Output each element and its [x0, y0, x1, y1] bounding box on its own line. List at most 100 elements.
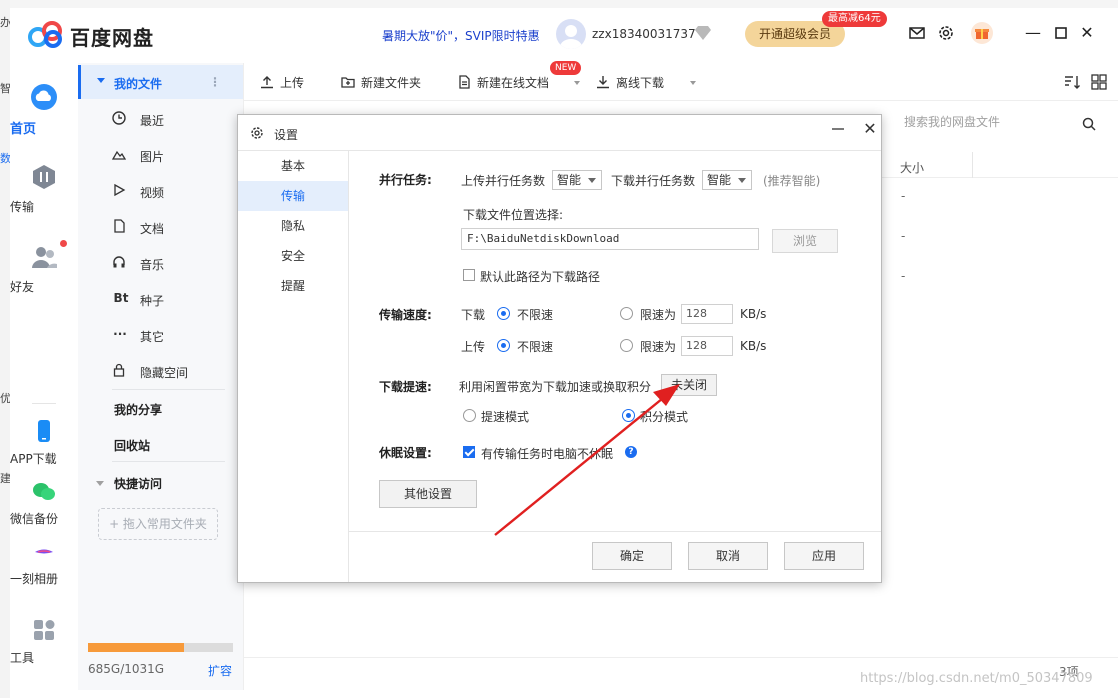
download-parallel-select[interactable]: 智能 [702, 170, 752, 190]
download-boost-label: 下载提速: [379, 380, 432, 394]
upload-limit-unit: KB/s [740, 339, 767, 353]
dialog-close-button[interactable]: ✕ [860, 119, 880, 139]
tree-item-others[interactable]: ··· 其它 [112, 317, 243, 353]
file-size-cell: - [901, 189, 906, 203]
ok-button[interactable]: 确定 [592, 542, 672, 570]
tree-item-videos[interactable]: 视频 [112, 173, 243, 209]
upload-parallel-select[interactable]: 智能 [552, 170, 602, 190]
help-icon[interactable]: ? [625, 446, 637, 458]
expand-storage-link[interactable]: 扩容 [208, 662, 232, 679]
lock-icon [113, 363, 125, 377]
more-vertical-icon[interactable]: ⋮ [209, 75, 221, 89]
offline-dropdown-icon[interactable] [690, 81, 696, 85]
tree-item-torrents[interactable]: Bt 种子 [112, 281, 243, 317]
cancel-button[interactable]: 取消 [688, 542, 768, 570]
download-limit-radio[interactable] [620, 307, 633, 320]
settings-tab-security[interactable]: 安全 [238, 241, 348, 271]
column-divider [972, 152, 973, 178]
file-size-cell: - [901, 229, 906, 243]
apply-button[interactable]: 应用 [784, 542, 864, 570]
mail-icon[interactable] [907, 23, 927, 43]
promo-link[interactable]: 暑期大放"价"，SVIP限时特惠 [382, 27, 540, 44]
watermark: https://blog.csdn.net/m0_50347809 [860, 671, 1093, 686]
prevent-sleep-checkbox[interactable] [463, 446, 475, 458]
file-tree: 我的文件 ⋮ 最近 图片 视频 文档 音乐 Bt 种子 ··· 其它 隐藏空间 … [78, 63, 243, 690]
upload-limit-input[interactable]: 128 [681, 336, 733, 356]
tree-item-label: 种子 [140, 294, 165, 308]
speed-mode-radio[interactable] [463, 409, 476, 422]
download-path-label: 下载文件位置选择: [463, 208, 564, 222]
minimize-button[interactable]: — [1022, 22, 1044, 44]
upload-limit-label: 限速为 [640, 340, 677, 354]
tree-my-files[interactable]: 我的文件 ⋮ [78, 65, 243, 99]
download-limit-input[interactable]: 128 [681, 304, 733, 324]
maximize-icon [1055, 27, 1067, 39]
rail-app-download[interactable]: APP下载 [10, 419, 78, 466]
tree-item-hidden-space[interactable]: 隐藏空间 [112, 353, 243, 389]
upload-unlimited-radio[interactable] [497, 339, 510, 352]
tree-recycle-bin[interactable]: 回收站 [114, 437, 150, 454]
tree-item-recent[interactable]: 最近 [112, 101, 243, 137]
rail-home[interactable]: 首页 [10, 83, 78, 137]
rail-app-download-label: APP下载 [10, 452, 57, 466]
baidu-netdisk-logo [28, 21, 62, 48]
settings-gear-icon[interactable] [936, 23, 956, 43]
grid-view-icon[interactable] [1091, 74, 1107, 90]
settings-tab-reminder[interactable]: 提醒 [238, 271, 348, 301]
drag-folder-dropzone[interactable]: + 拖入常用文件夹 [98, 508, 218, 540]
maximize-button[interactable] [1050, 22, 1072, 44]
rail-friends[interactable]: 好友 [10, 243, 78, 294]
new-doc-dropdown-icon[interactable] [574, 81, 580, 85]
tree-item-label: 图片 [140, 150, 165, 164]
rail-transfer[interactable]: 传输 [10, 163, 78, 214]
new-folder-button[interactable]: 新建文件夹 [341, 74, 421, 91]
play-icon [114, 183, 126, 197]
settings-tab-transfer[interactable]: 传输 [238, 181, 348, 211]
settings-tab-privacy[interactable]: 隐私 [238, 211, 348, 241]
tree-quick-access[interactable]: 快捷访问 [114, 475, 162, 492]
diamond-icon[interactable] [694, 25, 712, 41]
gift-icon[interactable] [970, 21, 994, 45]
offline-download-button[interactable]: 离线下载 [596, 74, 664, 91]
search-input[interactable]: 搜索我的网盘文件 [904, 113, 1104, 133]
rail-wechat-backup[interactable]: 微信备份 [10, 481, 78, 526]
download-path-field[interactable]: F:\BaiduNetdiskDownload [461, 228, 759, 250]
upload-limit-radio[interactable] [620, 339, 633, 352]
browse-button[interactable]: 浏览 [772, 229, 838, 253]
dialog-title-bar: 设置 ✕ [238, 115, 881, 151]
app-name: 百度网盘 [70, 26, 154, 50]
other-settings-button[interactable]: 其他设置 [379, 480, 477, 508]
tree-my-share[interactable]: 我的分享 [114, 401, 162, 418]
new-online-doc-button[interactable]: 新建在线文档 [457, 74, 549, 91]
username[interactable]: zzx18340031737 [592, 27, 696, 41]
upload-button[interactable]: 上传 [260, 74, 304, 91]
dialog-minimize-button[interactable] [828, 119, 848, 139]
collapse-caret-icon[interactable] [96, 481, 104, 486]
transfer-icon [33, 165, 55, 189]
tree-item-music[interactable]: 音乐 [112, 245, 243, 281]
storage-usage: 685G/1031G [88, 662, 165, 676]
download-unlimited-radio[interactable] [497, 307, 510, 320]
sort-icon[interactable] [1064, 74, 1080, 90]
tree-separator [112, 461, 225, 462]
new-folder-label: 新建文件夹 [361, 76, 422, 90]
tree-item-documents[interactable]: 文档 [112, 209, 243, 245]
tree-item-label: 文档 [140, 222, 165, 236]
rail-tools[interactable]: 工具 [10, 618, 78, 665]
col-size-header[interactable]: 大小 [900, 159, 924, 176]
parallel-hint: (推荐智能) [763, 174, 821, 188]
download-limit-label: 限速为 [640, 308, 677, 322]
points-mode-radio[interactable] [622, 409, 635, 422]
tree-item-images[interactable]: 图片 [112, 137, 243, 173]
boost-status-button[interactable]: 未关闭 [661, 374, 717, 396]
new-doc-icon [459, 75, 470, 89]
close-button[interactable]: ✕ [1076, 22, 1098, 44]
rail-album[interactable]: 一刻相册 [10, 541, 78, 586]
storage-bar-fill [88, 643, 185, 652]
search-icon[interactable] [1082, 117, 1096, 131]
settings-nav: 基本 传输 隐私 安全 提醒 [238, 151, 349, 582]
default-path-checkbox[interactable] [463, 269, 475, 281]
settings-tab-basic[interactable]: 基本 [238, 151, 348, 181]
user-avatar[interactable] [556, 19, 586, 49]
upload-parallel-value: 智能 [557, 173, 582, 187]
